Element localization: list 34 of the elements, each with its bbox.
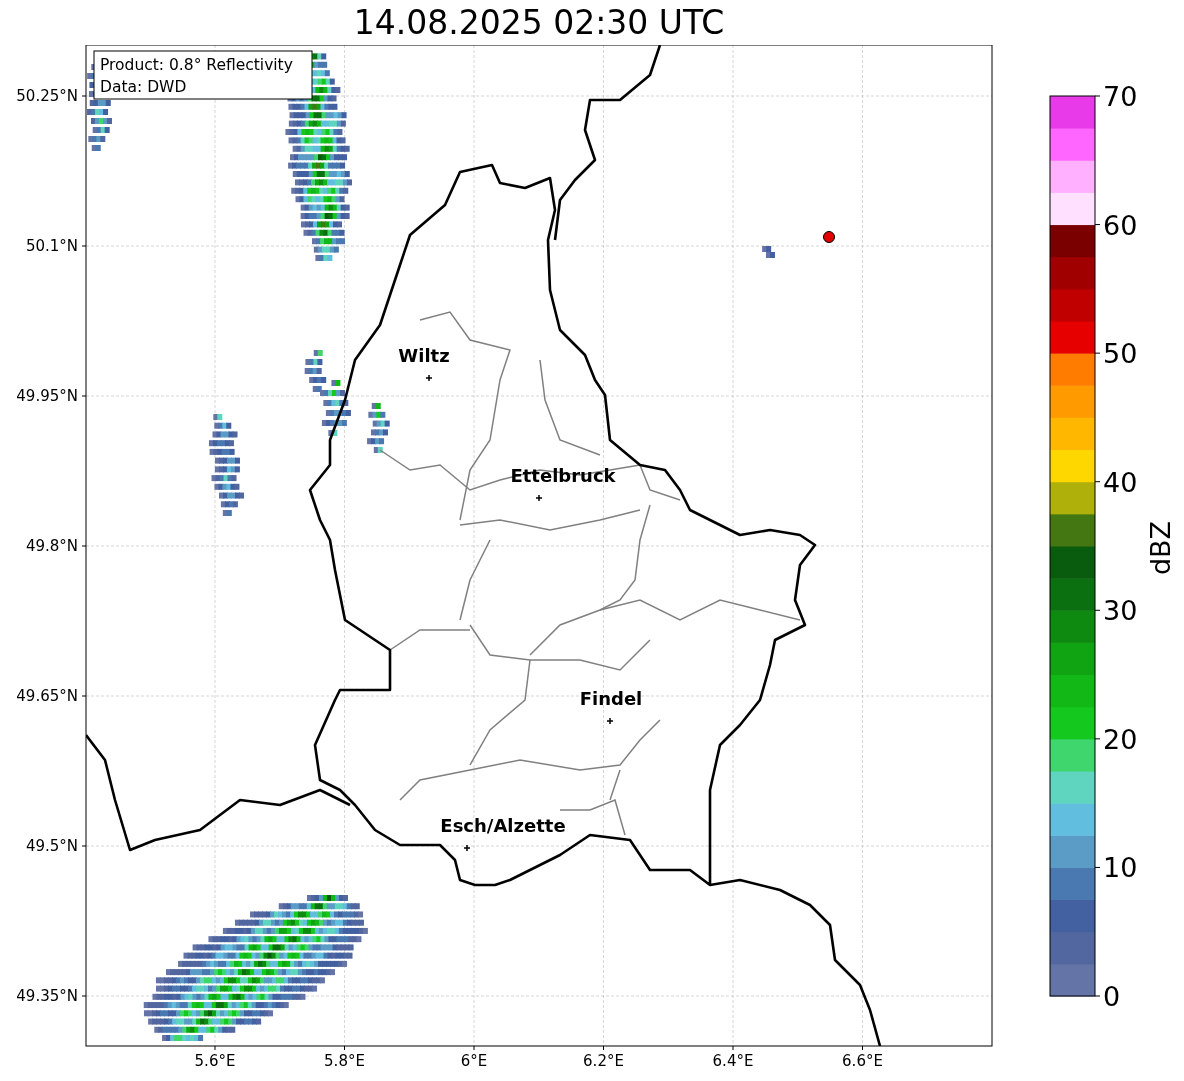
axis-tick-label: 50.1°N <box>25 237 78 255</box>
city-marker-icon <box>535 494 543 502</box>
legend-text: Product: 0.8° Reflectivity <box>100 56 293 74</box>
city-label: Findel <box>579 688 643 709</box>
axis-tick-label: 6.4°E <box>712 1052 754 1070</box>
colorbar-tick-label: 30 <box>1103 595 1138 627</box>
location-dot-icon <box>823 231 835 243</box>
colorbar-tick-label: 60 <box>1103 209 1138 241</box>
city-marker-icon <box>425 374 433 382</box>
axis-tick-label: 6°E <box>460 1052 488 1070</box>
colorbar-tick-label: 10 <box>1103 852 1138 884</box>
axis-tick-label: 49.8°N <box>25 537 78 555</box>
axis-tick-label: 50.25°N <box>16 87 78 105</box>
axis-tick-label: 49.35°N <box>16 987 78 1005</box>
axis-tick-label: 6.6°E <box>842 1052 883 1070</box>
city-marker-icon <box>606 717 614 725</box>
colorbar-tick-label: 40 <box>1103 466 1138 498</box>
legend-text: Data: DWD <box>100 78 187 96</box>
axis-tick-label: 49.5°N <box>25 837 78 855</box>
colorbar-tick-label: 50 <box>1103 338 1138 370</box>
axis-tick-label: 6.2°E <box>583 1052 624 1070</box>
axis-tick-label: 49.95°N <box>16 387 78 405</box>
city-label: Esch/Alzette <box>440 815 566 836</box>
city-marker-icon <box>463 844 471 852</box>
axis-tick-label: 5.6°E <box>194 1052 236 1070</box>
colorbar-tick-label: 70 <box>1103 81 1138 112</box>
axis-tick-label: 5.8°E <box>324 1052 365 1070</box>
colorbar-tick-label: 0 <box>1103 981 1121 1012</box>
axis-tick-label: 49.65°N <box>16 687 78 705</box>
city-label: Wiltz <box>398 345 450 366</box>
city-label: Ettelbruck <box>510 465 616 486</box>
colorbar-tick-label: 20 <box>1103 723 1138 755</box>
colorbar-label: dBZ <box>1145 520 1176 576</box>
plot-title: 14.08.2025 02:30 UTC <box>353 3 725 42</box>
